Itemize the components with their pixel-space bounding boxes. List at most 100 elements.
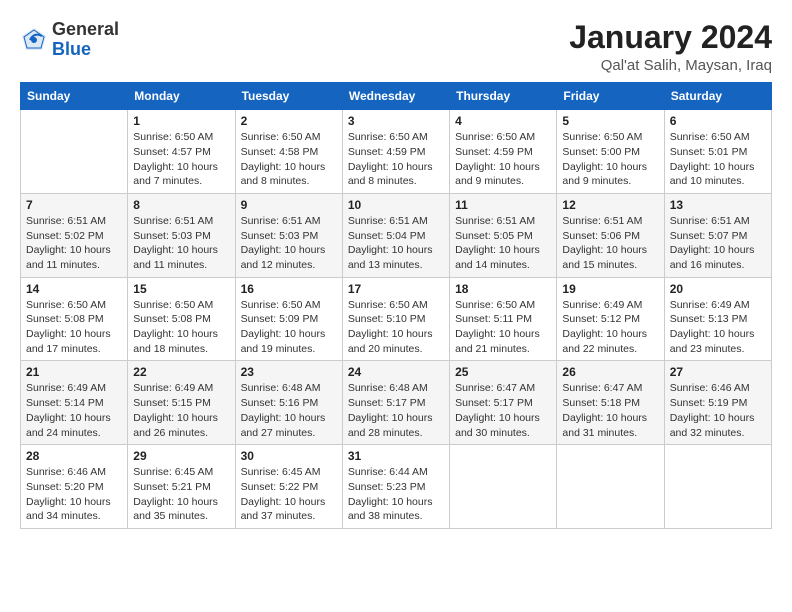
calendar-cell: 28 Sunrise: 6:46 AMSunset: 5:20 PMDayligh…	[21, 445, 128, 529]
calendar-cell: 7 Sunrise: 6:51 AMSunset: 5:02 PMDaylight…	[21, 193, 128, 277]
day-info: Sunrise: 6:50 AMSunset: 5:10 PMDaylight:…	[348, 298, 444, 357]
day-info: Sunrise: 6:48 AMSunset: 5:16 PMDaylight:…	[241, 381, 337, 440]
calendar-header-row: Sunday Monday Tuesday Wednesday Thursday…	[21, 83, 772, 110]
day-info: Sunrise: 6:51 AMSunset: 5:02 PMDaylight:…	[26, 214, 122, 273]
calendar-cell: 14Sunrise: 6:50 AMSunset: 5:08 PMDayligh…	[21, 277, 128, 361]
day-info: Sunrise: 6:50 AMSunset: 4:58 PMDaylight:…	[241, 130, 337, 189]
day-info: Sunrise: 6:51 AMSunset: 5:04 PMDaylight:…	[348, 214, 444, 273]
day-number: 27	[670, 365, 766, 379]
calendar-cell: 16Sunrise: 6:50 AMSunset: 5:09 PMDayligh…	[235, 277, 342, 361]
day-number: 24	[348, 365, 444, 379]
calendar-cell	[21, 110, 128, 194]
calendar-cell: 25Sunrise: 6:47 AMSunset: 5:17 PMDayligh…	[450, 361, 557, 445]
day-info: Sunrise: 6:49 AMSunset: 5:15 PMDaylight:…	[133, 381, 229, 440]
calendar-cell: 8 Sunrise: 6:51 AMSunset: 5:03 PMDaylight…	[128, 193, 235, 277]
day-info: Sunrise: 6:50 AMSunset: 5:11 PMDaylight:…	[455, 298, 551, 357]
day-number: 23	[241, 365, 337, 379]
logo-text: General Blue	[52, 20, 119, 60]
col-tuesday: Tuesday	[235, 83, 342, 110]
day-number: 9	[241, 198, 337, 212]
day-info: Sunrise: 6:50 AMSunset: 5:08 PMDaylight:…	[133, 298, 229, 357]
day-number: 26	[562, 365, 658, 379]
calendar-cell: 29Sunrise: 6:45 AMSunset: 5:21 PMDayligh…	[128, 445, 235, 529]
day-number: 8	[133, 198, 229, 212]
logo: General Blue	[20, 20, 119, 60]
calendar-cell: 12 Sunrise: 6:51 AMSunset: 5:06 PMDayligh…	[557, 193, 664, 277]
day-info: Sunrise: 6:50 AMSunset: 5:01 PMDaylight:…	[670, 130, 766, 189]
calendar-cell	[557, 445, 664, 529]
day-number: 7	[26, 198, 122, 212]
day-number: 22	[133, 365, 229, 379]
page: General Blue January 2024 Qal'at Salih, …	[0, 0, 792, 612]
col-monday: Monday	[128, 83, 235, 110]
col-thursday: Thursday	[450, 83, 557, 110]
calendar-cell: 2 Sunrise: 6:50 AMSunset: 4:58 PMDaylight…	[235, 110, 342, 194]
day-info: Sunrise: 6:50 AMSunset: 4:57 PMDaylight:…	[133, 130, 229, 189]
day-number: 11	[455, 198, 551, 212]
day-number: 17	[348, 282, 444, 296]
day-info: Sunrise: 6:51 AMSunset: 5:06 PMDaylight:…	[562, 214, 658, 273]
calendar-cell: 23 Sunrise: 6:48 AMSunset: 5:16 PMDayligh…	[235, 361, 342, 445]
day-info: Sunrise: 6:47 AMSunset: 5:18 PMDaylight:…	[562, 381, 658, 440]
day-info: Sunrise: 6:49 AMSunset: 5:13 PMDaylight:…	[670, 298, 766, 357]
day-number: 13	[670, 198, 766, 212]
day-number: 1	[133, 114, 229, 128]
day-number: 12	[562, 198, 658, 212]
calendar-cell: 17 Sunrise: 6:50 AMSunset: 5:10 PMDayligh…	[342, 277, 449, 361]
calendar-cell: 30 Sunrise: 6:45 AMSunset: 5:22 PMDayligh…	[235, 445, 342, 529]
day-number: 30	[241, 449, 337, 463]
calendar-cell: 15Sunrise: 6:50 AMSunset: 5:08 PMDayligh…	[128, 277, 235, 361]
calendar-cell: 11 Sunrise: 6:51 AMSunset: 5:05 PMDayligh…	[450, 193, 557, 277]
calendar-cell: 20Sunrise: 6:49 AMSunset: 5:13 PMDayligh…	[664, 277, 771, 361]
day-number: 3	[348, 114, 444, 128]
week-row-2: 14Sunrise: 6:50 AMSunset: 5:08 PMDayligh…	[21, 277, 772, 361]
week-row-0: 1 Sunrise: 6:50 AMSunset: 4:57 PMDaylight…	[21, 110, 772, 194]
calendar-cell: 31 Sunrise: 6:44 AMSunset: 5:23 PMDayligh…	[342, 445, 449, 529]
day-info: Sunrise: 6:50 AMSunset: 5:08 PMDaylight:…	[26, 298, 122, 357]
day-number: 21	[26, 365, 122, 379]
col-saturday: Saturday	[664, 83, 771, 110]
day-info: Sunrise: 6:48 AMSunset: 5:17 PMDaylight:…	[348, 381, 444, 440]
day-info: Sunrise: 6:50 AMSunset: 4:59 PMDaylight:…	[348, 130, 444, 189]
col-wednesday: Wednesday	[342, 83, 449, 110]
calendar-cell: 10 Sunrise: 6:51 AMSunset: 5:04 PMDayligh…	[342, 193, 449, 277]
day-info: Sunrise: 6:46 AMSunset: 5:20 PMDaylight:…	[26, 465, 122, 524]
calendar-cell	[664, 445, 771, 529]
day-number: 19	[562, 282, 658, 296]
day-info: Sunrise: 6:51 AMSunset: 5:03 PMDaylight:…	[133, 214, 229, 273]
logo-blue: Blue	[52, 39, 91, 59]
day-info: Sunrise: 6:50 AMSunset: 4:59 PMDaylight:…	[455, 130, 551, 189]
col-sunday: Sunday	[21, 83, 128, 110]
day-number: 5	[562, 114, 658, 128]
location: Qal'at Salih, Maysan, Iraq	[569, 57, 772, 74]
calendar-cell	[450, 445, 557, 529]
day-info: Sunrise: 6:45 AMSunset: 5:22 PMDaylight:…	[241, 465, 337, 524]
calendar-cell: 18Sunrise: 6:50 AMSunset: 5:11 PMDayligh…	[450, 277, 557, 361]
calendar-cell: 13 Sunrise: 6:51 AMSunset: 5:07 PMDayligh…	[664, 193, 771, 277]
day-info: Sunrise: 6:51 AMSunset: 5:03 PMDaylight:…	[241, 214, 337, 273]
day-info: Sunrise: 6:44 AMSunset: 5:23 PMDaylight:…	[348, 465, 444, 524]
day-number: 29	[133, 449, 229, 463]
calendar-cell: 21Sunrise: 6:49 AMSunset: 5:14 PMDayligh…	[21, 361, 128, 445]
calendar-cell: 19Sunrise: 6:49 AMSunset: 5:12 PMDayligh…	[557, 277, 664, 361]
month-title: January 2024	[569, 20, 772, 55]
day-number: 16	[241, 282, 337, 296]
day-number: 31	[348, 449, 444, 463]
calendar-cell: 24 Sunrise: 6:48 AMSunset: 5:17 PMDayligh…	[342, 361, 449, 445]
col-friday: Friday	[557, 83, 664, 110]
day-info: Sunrise: 6:51 AMSunset: 5:05 PMDaylight:…	[455, 214, 551, 273]
calendar-cell: 22 Sunrise: 6:49 AMSunset: 5:15 PMDayligh…	[128, 361, 235, 445]
calendar-cell: 27Sunrise: 6:46 AMSunset: 5:19 PMDayligh…	[664, 361, 771, 445]
week-row-4: 28 Sunrise: 6:46 AMSunset: 5:20 PMDayligh…	[21, 445, 772, 529]
day-info: Sunrise: 6:51 AMSunset: 5:07 PMDaylight:…	[670, 214, 766, 273]
day-number: 6	[670, 114, 766, 128]
day-number: 28	[26, 449, 122, 463]
day-number: 10	[348, 198, 444, 212]
day-number: 2	[241, 114, 337, 128]
calendar-cell: 4Sunrise: 6:50 AMSunset: 4:59 PMDaylight…	[450, 110, 557, 194]
week-row-3: 21Sunrise: 6:49 AMSunset: 5:14 PMDayligh…	[21, 361, 772, 445]
logo-icon	[20, 26, 48, 54]
calendar-cell: 9 Sunrise: 6:51 AMSunset: 5:03 PMDaylight…	[235, 193, 342, 277]
day-info: Sunrise: 6:50 AMSunset: 5:00 PMDaylight:…	[562, 130, 658, 189]
calendar-cell: 1 Sunrise: 6:50 AMSunset: 4:57 PMDaylight…	[128, 110, 235, 194]
